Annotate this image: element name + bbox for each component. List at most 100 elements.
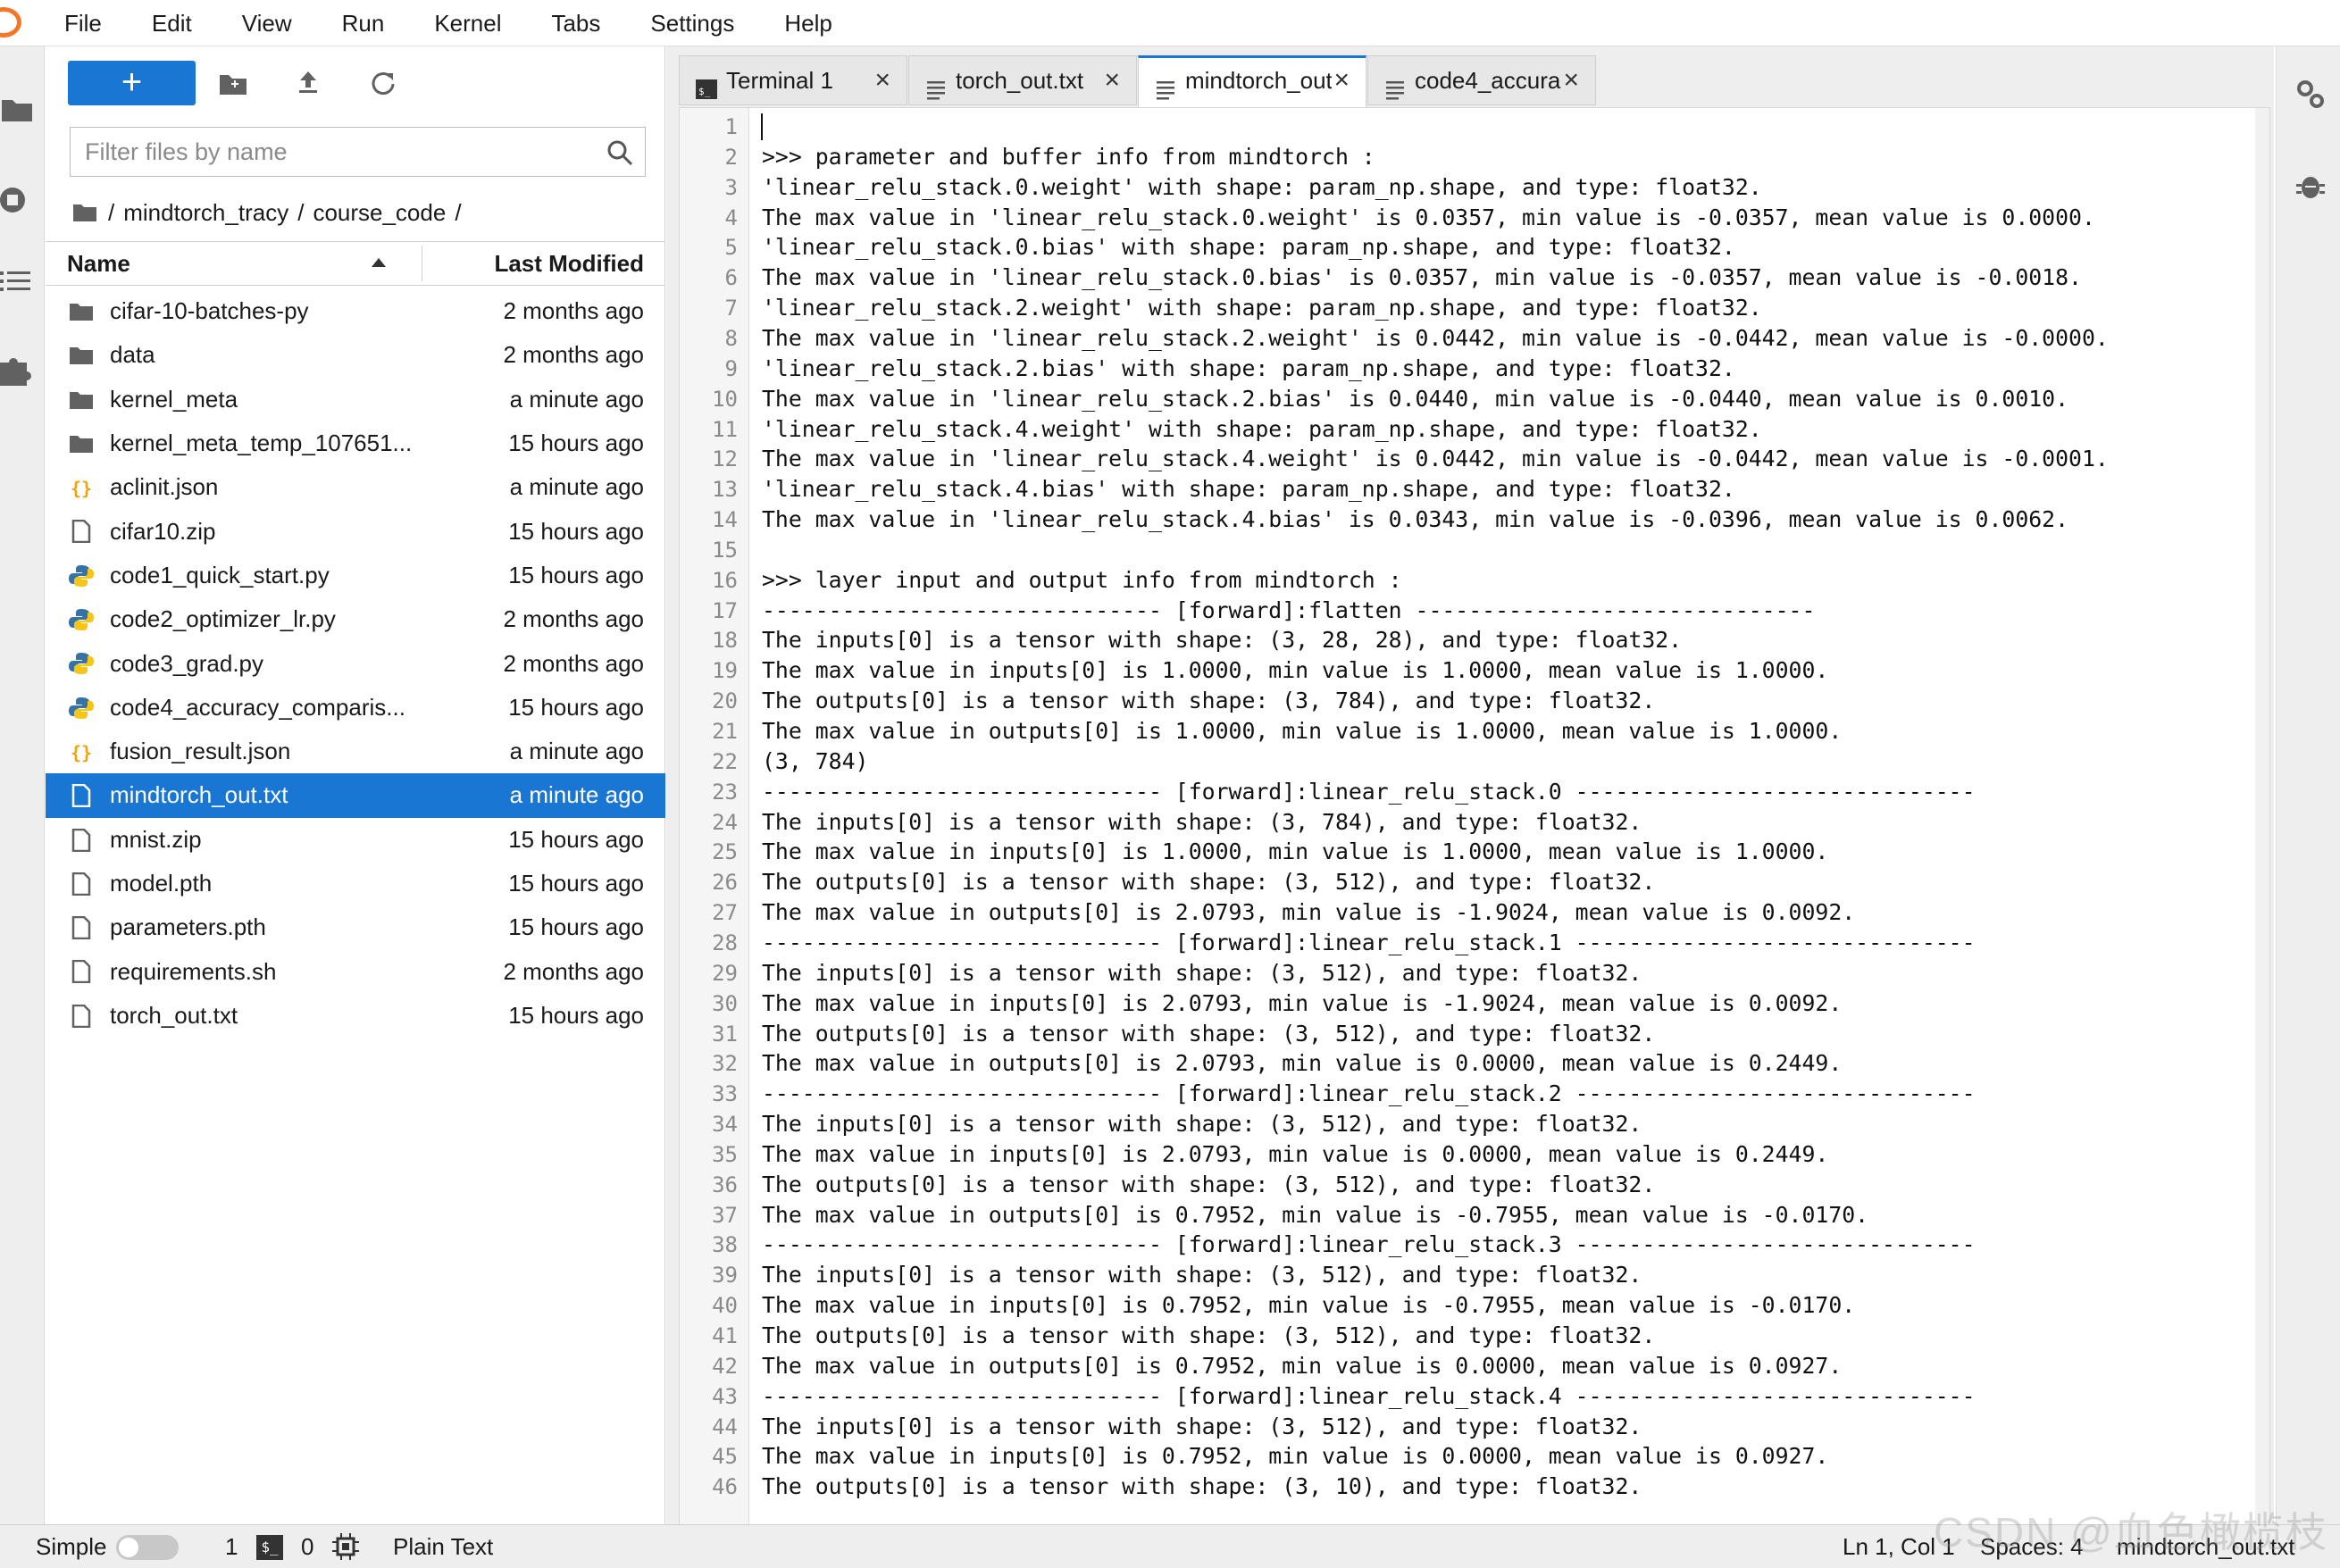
file-row[interactable]: code2_optimizer_lr.py 2 months ago — [46, 597, 665, 641]
close-icon[interactable]: × — [1333, 58, 1350, 103]
search-icon[interactable] — [606, 138, 634, 167]
line-number: 1 — [724, 114, 738, 139]
file-row[interactable]: model.pth 15 hours ago — [46, 862, 665, 905]
file-last-modified: 15 hours ago — [508, 430, 644, 457]
file-row[interactable]: parameters.pth 15 hours ago — [46, 905, 665, 949]
file-row[interactable]: cifar10.zip 15 hours ago — [46, 509, 665, 553]
tab-terminal-1[interactable]: $_ Terminal 1 × — [679, 55, 907, 105]
extensions-icon[interactable] — [0, 352, 34, 388]
folder-icon[interactable] — [0, 91, 34, 127]
code-line: The max value in inputs[0] is 0.7952, mi… — [762, 1292, 1856, 1319]
text-cursor — [761, 113, 763, 140]
new-launcher-button[interactable]: + — [68, 61, 196, 105]
python-file-icon — [69, 652, 94, 675]
line-number: 6 — [724, 265, 738, 291]
file-row[interactable]: code3_grad.py 2 months ago — [46, 641, 665, 685]
line-number: 29 — [712, 960, 738, 986]
menu-file[interactable]: File — [39, 0, 127, 46]
breadcrumb: / mindtorch_tracy / course_code / — [72, 195, 471, 230]
menu-edit[interactable]: Edit — [127, 0, 217, 46]
property-inspector-gears-icon[interactable] — [2293, 77, 2328, 113]
file-browser-toolbar: + — [68, 61, 657, 105]
tab-mindtorch-out-txt[interactable]: mindtorch_out.txt× — [1138, 55, 1366, 107]
folder-icon — [69, 432, 94, 455]
name-column-header[interactable]: Name — [67, 242, 130, 285]
kernel-chip-icon[interactable] — [332, 1533, 359, 1560]
close-icon[interactable]: × — [874, 56, 890, 104]
kernels-count[interactable]: 0 — [301, 1525, 313, 1568]
new-folder-icon[interactable] — [216, 66, 250, 100]
file-last-modified: 2 months ago — [503, 297, 644, 325]
file-row[interactable]: torch_out.txt 15 hours ago — [46, 994, 665, 1038]
file-row[interactable]: requirements.sh 2 months ago — [46, 949, 665, 993]
code-line: The inputs[0] is a tensor with shape: (3… — [762, 627, 1683, 654]
file-row[interactable]: mindtorch_out.txt a minute ago — [46, 773, 665, 818]
menu-kernel[interactable]: Kernel — [409, 0, 526, 46]
tab-code4-accuracy-comparis[interactable]: code4_accuracy_comparis× — [1367, 55, 1596, 105]
line-number: 17 — [712, 597, 738, 623]
sort-ascending-icon[interactable] — [372, 258, 386, 267]
file-icon — [69, 784, 94, 808]
text-file-icon — [925, 69, 947, 100]
file-row[interactable]: cifar-10-batches-py 2 months ago — [46, 289, 665, 333]
file-row[interactable]: data 2 months ago — [46, 333, 665, 377]
file-row[interactable]: kernel_meta a minute ago — [46, 378, 665, 421]
line-number: 24 — [712, 809, 738, 835]
file-row[interactable]: code1_quick_start.py 15 hours ago — [46, 554, 665, 597]
tab-torch-out-txt[interactable]: torch_out.txt × — [908, 55, 1137, 105]
menu-help[interactable]: Help — [759, 0, 857, 46]
close-icon[interactable]: × — [1563, 56, 1579, 104]
vertical-scrollbar[interactable] — [2255, 108, 2269, 1562]
breadcrumb-mindtorch-tracy[interactable]: mindtorch_tracy — [123, 199, 288, 227]
file-row[interactable]: mnist.zip 15 hours ago — [46, 818, 665, 862]
menu-settings[interactable]: Settings — [625, 0, 759, 46]
debugger-bug-icon[interactable] — [2293, 168, 2328, 204]
line-number: 35 — [712, 1141, 738, 1167]
breadcrumb-root[interactable]: / — [108, 199, 114, 227]
line-number: 34 — [712, 1112, 738, 1138]
simple-mode-toggle[interactable] — [116, 1535, 179, 1560]
file-row[interactable]: {} fusion_result.json a minute ago — [46, 730, 665, 773]
code-line: >>> layer input and output info from min… — [762, 566, 1402, 593]
line-number: 14 — [712, 507, 738, 533]
line-number: 27 — [712, 900, 738, 926]
text-file-icon — [1155, 71, 1176, 100]
file-type-label[interactable]: Plain Text — [393, 1525, 493, 1568]
line-number: 43 — [712, 1383, 738, 1409]
breadcrumb-course-code[interactable]: course_code — [313, 199, 446, 227]
code-line: The outputs[0] is a tensor with shape: (… — [762, 688, 1656, 714]
tab-label: mindtorch_out.txt — [1185, 67, 1332, 94]
file-row[interactable]: code4_accuracy_comparis... 15 hours ago — [46, 686, 665, 730]
file-row[interactable]: {} aclinit.json a minute ago — [46, 465, 665, 509]
code-line: The outputs[0] is a tensor with shape: (… — [762, 1473, 1642, 1500]
python-file-icon — [69, 564, 94, 588]
code-line: ------------------------------ [forward]… — [762, 1080, 1976, 1107]
menu-run[interactable]: Run — [317, 0, 410, 46]
folder-icon[interactable] — [72, 202, 97, 223]
file-last-modified: 15 hours ago — [508, 561, 644, 588]
line-number: 25 — [712, 839, 738, 865]
text-editor[interactable]: 1 2 3 4 5 6 7 8 9 10 11 12 13 14 15 16 17 18 19 20 21 22 23 24 2… — [679, 107, 2270, 1563]
file-row[interactable]: kernel_meta_temp_107651... 15 hours ago — [46, 421, 665, 465]
running-sessions-icon[interactable] — [0, 182, 34, 218]
line-number: 9 — [724, 355, 738, 381]
code-line: ------------------------------ [forward]… — [762, 929, 1976, 955]
line-number: 41 — [712, 1323, 738, 1348]
code-line: The max value in 'linear_relu_stack.4.bi… — [762, 506, 2069, 533]
folder-icon — [69, 344, 94, 367]
upload-icon[interactable] — [291, 66, 325, 100]
terminals-count[interactable]: 1 — [225, 1525, 238, 1568]
file-name: kernel_meta — [110, 385, 238, 413]
filter-files-input[interactable] — [71, 128, 589, 176]
close-icon[interactable]: × — [1104, 56, 1120, 104]
menu-tabs[interactable]: Tabs — [526, 0, 625, 46]
breadcrumb-separator: / — [297, 198, 305, 226]
code-line: The max value in 'linear_relu_stack.0.bi… — [762, 264, 2082, 291]
menu-view[interactable]: View — [217, 0, 317, 46]
line-number: 15 — [712, 537, 738, 563]
line-number: 3 — [724, 174, 738, 200]
refresh-icon[interactable] — [366, 66, 400, 100]
table-of-contents-icon[interactable] — [0, 263, 34, 298]
last-modified-column-header[interactable]: Last Modified — [494, 242, 644, 285]
terminal-icon[interactable]: $_ — [256, 1535, 283, 1560]
